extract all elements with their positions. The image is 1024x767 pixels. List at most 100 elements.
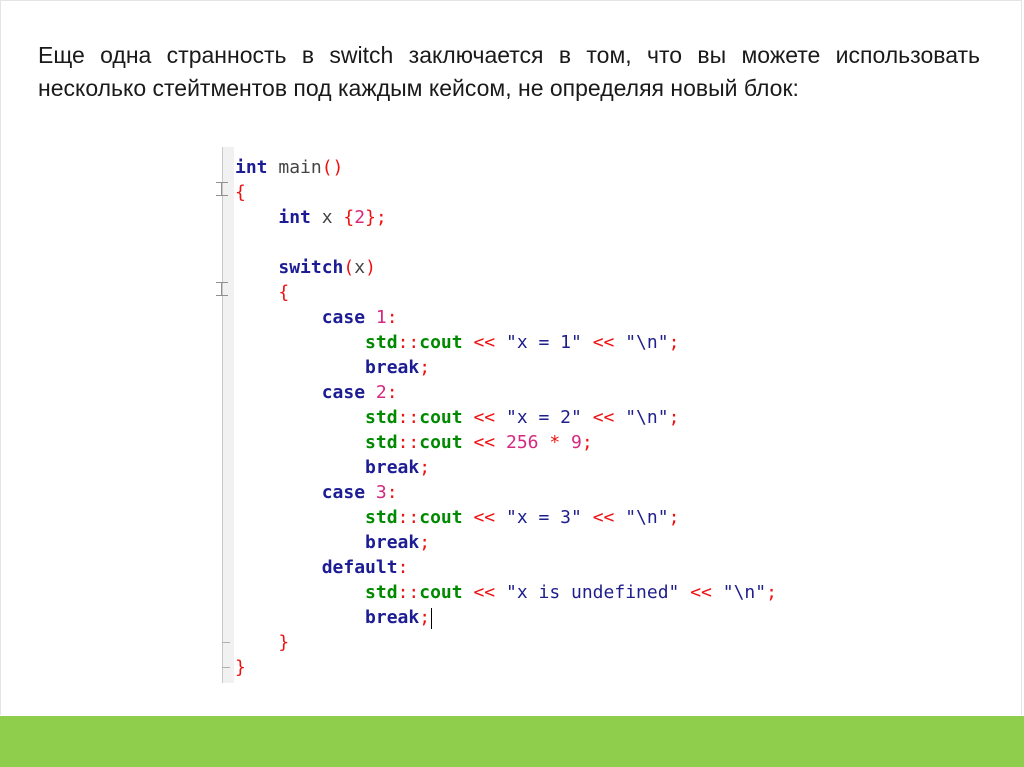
- code-block[interactable]: int main(){ int x {2}; switch(x) { case …: [235, 155, 777, 680]
- gutter-line: [222, 147, 223, 683]
- code-line: break;: [235, 455, 777, 480]
- code-line: default:: [235, 555, 777, 580]
- code-line: break;: [235, 355, 777, 380]
- operator-token: ::: [397, 582, 420, 603]
- namespace-token: std: [365, 582, 398, 603]
- fold-toggle-icon[interactable]: [216, 182, 228, 196]
- string-token: "\n": [625, 407, 669, 428]
- operator-token: {: [278, 282, 290, 303]
- keyword-token: case: [321, 382, 366, 403]
- namespace-token: cout: [419, 507, 463, 528]
- operator-token: :: [386, 382, 398, 403]
- code-line: case 2:: [235, 380, 777, 405]
- namespace-token: std: [365, 432, 398, 453]
- fold-end-tick: [222, 642, 230, 643]
- code-line: switch(x): [235, 255, 777, 280]
- operator-token: <<: [592, 407, 615, 428]
- keyword-token: default: [321, 557, 398, 578]
- operator-token: }: [278, 632, 290, 653]
- operator-token: ::: [397, 332, 420, 353]
- operator-token: ;: [668, 332, 680, 353]
- operator-token: (): [321, 157, 344, 178]
- string-token: "\n": [722, 582, 767, 603]
- namespace-token: cout: [419, 582, 463, 603]
- code-line: int main(): [235, 155, 777, 180]
- string-token: "x = 3": [505, 507, 582, 528]
- code-line: {: [235, 280, 777, 305]
- number-token: 2: [375, 382, 387, 403]
- operator-token: ;: [419, 607, 431, 628]
- operator-token: <<: [473, 432, 496, 453]
- keyword-token: break: [365, 457, 420, 478]
- code-line: }: [235, 630, 777, 655]
- keyword-token: break: [365, 532, 420, 553]
- code-line: std::cout << "x = 2" << "\n";: [235, 405, 777, 430]
- operator-token: ::: [397, 507, 420, 528]
- string-token: "x = 2": [505, 407, 582, 428]
- operator-token: :: [397, 557, 409, 578]
- keyword-token: case: [321, 482, 366, 503]
- footer-bar: [0, 716, 1024, 767]
- operator-token: ;: [419, 357, 431, 378]
- operator-token: {: [235, 182, 246, 203]
- operator-token: <<: [592, 507, 615, 528]
- operator-token: };: [365, 207, 387, 228]
- operator-token: ;: [419, 457, 431, 478]
- code-line: std::cout << "x is undefined" << "\n";: [235, 580, 777, 605]
- editor-gutter: [210, 145, 234, 685]
- operator-token: *: [549, 432, 561, 453]
- namespace-token: std: [365, 332, 398, 353]
- text-cursor: [431, 607, 433, 629]
- number-token: 1: [375, 307, 387, 328]
- number-token: 2: [354, 207, 366, 228]
- string-token: "x is undefined": [505, 582, 680, 603]
- code-line: {: [235, 180, 777, 205]
- code-line: std::cout << 256 * 9;: [235, 430, 777, 455]
- number-token: 256: [505, 432, 539, 453]
- operator-token: <<: [473, 332, 496, 353]
- operator-token: ::: [397, 432, 420, 453]
- namespace-token: cout: [419, 407, 463, 428]
- operator-token: {: [343, 207, 355, 228]
- code-line: case 3:: [235, 480, 777, 505]
- code-editor[interactable]: int main(){ int x {2}; switch(x) { case …: [210, 145, 777, 685]
- number-token: 3: [375, 482, 387, 503]
- fold-toggle-icon[interactable]: [216, 282, 228, 296]
- keyword-token: break: [365, 357, 420, 378]
- namespace-token: std: [365, 507, 398, 528]
- namespace-token: std: [365, 407, 398, 428]
- namespace-token: cout: [419, 332, 463, 353]
- operator-token: :: [386, 482, 398, 503]
- operator-token: <<: [592, 332, 615, 353]
- operator-token: }: [235, 657, 246, 678]
- intro-paragraph: Еще одна странность в switch заключается…: [38, 42, 980, 101]
- string-token: "x = 1": [505, 332, 582, 353]
- operator-token: (: [343, 257, 355, 278]
- number-token: 9: [571, 432, 582, 453]
